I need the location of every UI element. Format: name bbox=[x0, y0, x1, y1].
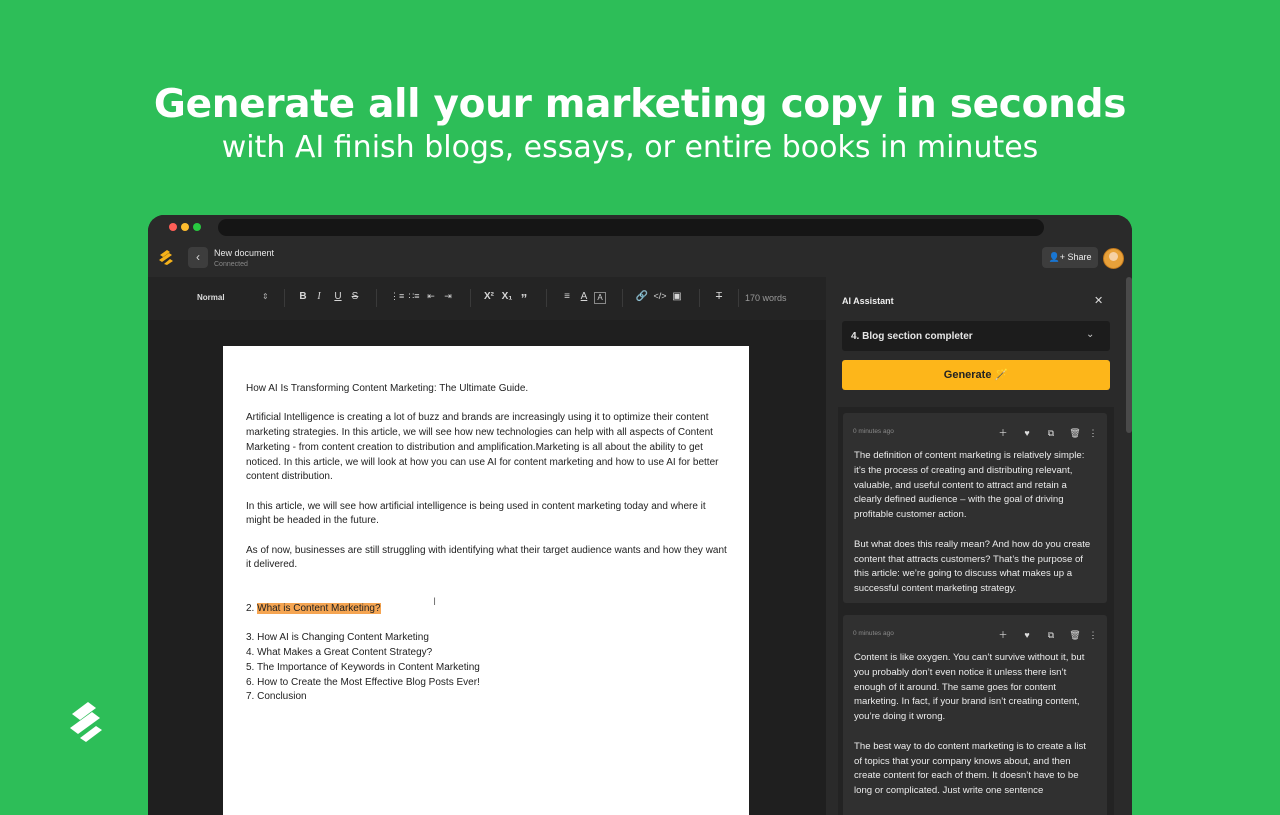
scrollbar-thumb[interactable] bbox=[1126, 277, 1132, 433]
trash-icon[interactable]: 🗑 bbox=[1063, 630, 1087, 641]
toolbar-divider bbox=[699, 289, 700, 307]
avatar-face-icon bbox=[1109, 252, 1118, 261]
strikethrough-icon[interactable]: S bbox=[348, 291, 362, 302]
paragraph[interactable]: Artificial Intelligence is creating a lo… bbox=[246, 411, 731, 485]
list-item[interactable]: 6. How to Create the Most Effective Blog… bbox=[246, 676, 731, 691]
result-card[interactable]: 0 minutes ago ＋ ♥ ⧉ 🗑 ⋮ Content is like oxyg… bbox=[843, 615, 1107, 815]
bold-icon[interactable]: B bbox=[296, 291, 310, 302]
result-paragraph: The best way to do content marketing is … bbox=[854, 740, 1086, 797]
list-item-number: 2. bbox=[246, 603, 258, 615]
result-paragraph: The definition of content marketing is r… bbox=[854, 450, 1085, 521]
results-list: 0 minutes ago ＋ ♥ ⧉ 🗑 ⋮ The definition of co… bbox=[838, 407, 1114, 815]
minimize-window-icon[interactable] bbox=[181, 223, 189, 231]
chevron-down-icon: ⌄ bbox=[1086, 329, 1095, 340]
chevron-left-icon: ‹ bbox=[196, 250, 200, 264]
assistant-title: AI Assistant bbox=[842, 296, 894, 306]
list-item[interactable]: 5. The Importance of Keywords in Content… bbox=[246, 661, 731, 676]
paragraph[interactable]: In this article, we will see how artific… bbox=[246, 500, 731, 529]
link-icon[interactable]: 🔗 bbox=[635, 291, 649, 302]
list-item[interactable]: 3. How AI is Changing Content Marketing bbox=[246, 631, 731, 646]
avatar[interactable] bbox=[1103, 248, 1124, 269]
text-style-select[interactable]: Normal bbox=[197, 293, 225, 302]
address-bar[interactable] bbox=[218, 219, 1044, 236]
toolbar-divider bbox=[284, 289, 285, 307]
toolbar-divider bbox=[376, 289, 377, 307]
brand-logo-icon bbox=[70, 702, 102, 742]
maximize-window-icon[interactable] bbox=[193, 223, 201, 231]
generate-button[interactable]: Generate 🪄 bbox=[842, 360, 1110, 390]
code-icon[interactable]: </> bbox=[653, 291, 667, 301]
paragraph[interactable]: As of now, businesses are still struggli… bbox=[246, 544, 731, 573]
magic-wand-icon: 🪄 bbox=[994, 369, 1009, 381]
close-window-icon[interactable] bbox=[169, 223, 177, 231]
result-card[interactable]: 0 minutes ago ＋ ♥ ⧉ 🗑 ⋮ The definition of co… bbox=[843, 413, 1107, 603]
template-select-value: 4. Blog section completer bbox=[851, 331, 973, 342]
word-count: 170 words bbox=[745, 293, 787, 303]
toolbar-divider bbox=[546, 289, 547, 307]
document-body[interactable]: How AI Is Transforming Content Marketing… bbox=[246, 382, 731, 705]
app-logo-icon[interactable] bbox=[158, 249, 174, 265]
highlighted-selection[interactable]: What is Content Marketing? bbox=[257, 603, 381, 615]
align-left-icon[interactable]: ≡ bbox=[560, 291, 574, 302]
text-cursor-icon: I bbox=[433, 596, 437, 608]
underline-icon[interactable]: U bbox=[331, 291, 345, 302]
toolbar-divider bbox=[470, 289, 471, 307]
editor-toolbar: Normal ⇕ B I U S ⋮≡ ∷≡ ⇤ ⇥ X² X₁ ” ≡ A A… bbox=[148, 277, 826, 320]
clear-format-icon[interactable]: T bbox=[712, 291, 726, 302]
ai-assistant-panel: AI Assistant ✕ 4. Blog section completer… bbox=[826, 277, 1132, 815]
add-user-icon: 👤+ bbox=[1048, 252, 1065, 262]
list-item[interactable]: 4. What Makes a Great Content Strategy? bbox=[246, 646, 731, 661]
highlight-icon[interactable]: A bbox=[594, 292, 606, 304]
image-icon[interactable]: ▣ bbox=[670, 291, 684, 302]
document-heading[interactable]: How AI Is Transforming Content Marketing… bbox=[246, 382, 731, 397]
toolbar-divider bbox=[622, 289, 623, 307]
result-text[interactable]: The definition of content marketing is r… bbox=[854, 449, 1094, 612]
outdent-icon[interactable]: ⇤ bbox=[424, 291, 438, 302]
font-color-icon[interactable]: A bbox=[577, 291, 591, 302]
hero-subtitle: with AI finish blogs, essays, or entire … bbox=[221, 130, 1039, 165]
result-paragraph: But what does this really mean? And how … bbox=[854, 538, 1091, 595]
heart-icon[interactable]: ♥ bbox=[1015, 630, 1039, 640]
result-timestamp: 0 minutes ago bbox=[853, 428, 894, 435]
connection-status: Connected bbox=[214, 261, 248, 268]
app-window: ‹ New document Connected 👤+ Share Normal… bbox=[148, 215, 1132, 815]
copy-icon[interactable]: ⧉ bbox=[1039, 428, 1063, 439]
more-vertical-icon[interactable]: ⋮ bbox=[1087, 428, 1099, 439]
updown-caret-icon[interactable]: ⇕ bbox=[262, 292, 269, 301]
heart-icon[interactable]: ♥ bbox=[1015, 428, 1039, 438]
back-button[interactable]: ‹ bbox=[188, 247, 208, 268]
result-actions: ＋ ♥ ⧉ 🗑 ⋮ bbox=[991, 628, 1099, 641]
trash-icon[interactable]: 🗑 bbox=[1063, 428, 1087, 439]
bullet-list-icon[interactable]: ∷≡ bbox=[407, 291, 421, 302]
result-text[interactable]: Content is like oxygen. You can’t surviv… bbox=[854, 651, 1094, 814]
add-icon[interactable]: ＋ bbox=[991, 628, 1015, 641]
add-icon[interactable]: ＋ bbox=[991, 426, 1015, 439]
result-paragraph: Content is like oxygen. You can’t surviv… bbox=[854, 652, 1085, 723]
more-vertical-icon[interactable]: ⋮ bbox=[1087, 630, 1099, 641]
document-title[interactable]: New document bbox=[214, 248, 274, 258]
superscript-icon[interactable]: X² bbox=[482, 291, 496, 302]
editor-area: How AI Is Transforming Content Marketing… bbox=[148, 320, 826, 815]
quote-icon[interactable]: ” bbox=[517, 291, 531, 306]
browser-titlebar bbox=[148, 215, 1132, 239]
share-label: Share bbox=[1067, 252, 1092, 262]
hero-title: Generate all your marketing copy in seco… bbox=[153, 82, 1127, 127]
close-icon[interactable]: ✕ bbox=[1094, 294, 1103, 307]
subscript-icon[interactable]: X₁ bbox=[500, 291, 514, 302]
copy-icon[interactable]: ⧉ bbox=[1039, 630, 1063, 641]
list-item[interactable]: 2. What is Content Marketing? bbox=[246, 602, 731, 617]
app-header: ‹ New document Connected 👤+ Share bbox=[148, 239, 1132, 278]
ordered-list-icon[interactable]: ⋮≡ bbox=[390, 291, 404, 302]
generate-label: Generate bbox=[943, 369, 992, 381]
template-select[interactable]: 4. Blog section completer ⌄ bbox=[842, 321, 1110, 351]
result-actions: ＋ ♥ ⧉ 🗑 ⋮ bbox=[991, 426, 1099, 439]
result-timestamp: 0 minutes ago bbox=[853, 630, 894, 637]
italic-icon[interactable]: I bbox=[312, 291, 326, 302]
toolbar-divider bbox=[738, 289, 739, 307]
share-button[interactable]: 👤+ Share bbox=[1042, 247, 1098, 268]
indent-icon[interactable]: ⇥ bbox=[441, 291, 455, 302]
document-page[interactable]: How AI Is Transforming Content Marketing… bbox=[223, 346, 749, 815]
list-item[interactable]: 7. Conclusion bbox=[246, 690, 731, 705]
